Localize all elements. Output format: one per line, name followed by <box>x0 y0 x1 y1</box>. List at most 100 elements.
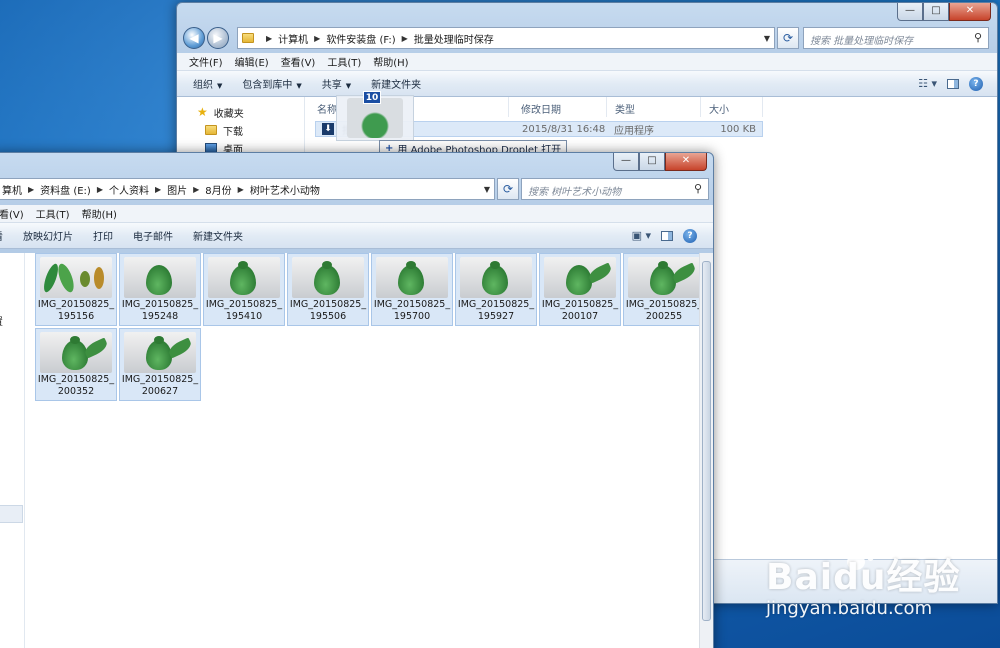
nav-fragment[interactable]: 置 <box>0 313 3 328</box>
navigation-pane: 置 0 <box>0 253 25 648</box>
baidu-watermark: Baidu经验 jingyan.baidu.com <box>766 548 960 619</box>
search-input[interactable]: 搜索 批量处理临时保存 ⚲ <box>803 27 989 49</box>
refresh-icon[interactable]: ⟳ <box>777 27 799 49</box>
command-bar: 组织 ▼ 包含到库中 ▼ 共享 ▼ 新建文件夹 ☷ ▾ ? <box>177 71 997 97</box>
menu-edit[interactable]: 编辑(E) <box>229 54 275 69</box>
breadcrumb-pictures[interactable]: 图片 <box>167 182 187 197</box>
star-icon: ★ <box>197 105 208 119</box>
view-button[interactable]: 看 <box>0 228 13 243</box>
photo-thumbnail <box>292 257 364 298</box>
chevron-down-icon: ▼ <box>217 82 223 90</box>
breadcrumb-drive[interactable]: 软件安装盘 (F:) <box>326 31 395 46</box>
chevron-right-icon: ▶ <box>193 184 200 194</box>
maximize-button[interactable]: □ <box>639 153 665 171</box>
new-folder-button[interactable]: 新建文件夹 <box>361 76 431 91</box>
address-bar[interactable]: ▶ 计算机 ▶ 软件安装盘 (F:) ▶ 批量处理临时保存 ▼ <box>237 27 775 49</box>
menu-help[interactable]: 帮助(H) <box>367 54 414 69</box>
preview-pane-icon[interactable] <box>661 230 673 241</box>
photo-tile[interactable]: IMG_20150825_ 195410 <box>203 253 285 326</box>
menu-tools[interactable]: 工具(T) <box>30 206 76 221</box>
chevron-right-icon: ▶ <box>237 184 244 194</box>
nav-downloads[interactable]: 下载 <box>177 121 304 139</box>
menu-view[interactable]: 查看(V) <box>275 54 322 69</box>
photo-filename: IMG_20150825_ 200255 <box>625 299 703 322</box>
organize-button[interactable]: 组织 ▼ <box>183 76 232 91</box>
search-placeholder: 搜索 树叶艺术小动物 <box>528 187 622 198</box>
photo-thumbnail <box>208 257 280 298</box>
photo-thumbnail <box>544 257 616 298</box>
nav-favorites-label: 收藏夹 <box>213 108 244 120</box>
vertical-scrollbar[interactable] <box>699 253 713 648</box>
minimize-button[interactable]: — <box>897 3 923 21</box>
photo-tile[interactable]: IMG_20150825_ 200627 <box>119 328 201 401</box>
chevron-right-icon: ▶ <box>96 184 103 194</box>
photo-tile[interactable]: IMG_20150825_ 195927 <box>455 253 537 326</box>
menu-bar: 文件(F) 编辑(E) 查看(V) 工具(T) 帮助(H) <box>177 53 997 71</box>
menu-view[interactable]: 看(V) <box>0 206 30 221</box>
search-icon[interactable]: ⚲ <box>694 182 702 195</box>
forward-arrow-icon[interactable]: ▶ <box>207 27 229 49</box>
menu-help[interactable]: 帮助(H) <box>76 206 123 221</box>
breadcrumb-computer[interactable]: 算机 <box>2 182 22 197</box>
breadcrumb-august[interactable]: 8月份 <box>205 182 231 197</box>
view-options-icon[interactable]: ☷ ▾ <box>918 77 937 90</box>
chevron-right-icon: ▶ <box>154 184 162 194</box>
breadcrumb-computer[interactable]: 计算机 <box>278 31 308 46</box>
scrollbar-thumb[interactable] <box>702 261 711 621</box>
share-button[interactable]: 共享 ▼ <box>312 76 361 91</box>
photo-tile[interactable]: IMG_20150825_ 200352 <box>35 328 117 401</box>
explorer-window-leaf-art: — □ ✕ 算机 ▶ 资料盘 (E:) ▶ 个人资料 ▶ 图片 ▶ 8月份 ▶ … <box>0 152 714 648</box>
photo-thumbnail <box>124 257 196 298</box>
photo-tile[interactable]: IMG_20150825_ 200255 <box>623 253 705 326</box>
chevron-down-icon[interactable]: ▼ <box>484 185 490 194</box>
column-date[interactable]: 修改日期 <box>513 97 607 117</box>
photo-tile[interactable]: IMG_20150825_ 195700 <box>371 253 453 326</box>
search-icon[interactable]: ⚲ <box>974 31 982 44</box>
column-size[interactable]: 大小 <box>701 97 763 117</box>
view-options-icon[interactable]: ▣ ▾ <box>632 229 651 242</box>
menu-file[interactable]: 文件(F) <box>183 54 229 69</box>
photo-tile[interactable]: IMG_20150825_ 195248 <box>119 253 201 326</box>
view-controls: ☷ ▾ ? <box>918 76 983 91</box>
minimize-button[interactable]: — <box>613 153 639 171</box>
help-icon[interactable]: ? <box>969 76 983 91</box>
photo-thumbnail <box>40 332 112 373</box>
close-button[interactable]: ✕ <box>665 153 707 171</box>
breadcrumb-drive[interactable]: 资料盘 (E:) <box>40 182 91 197</box>
breadcrumb-folder[interactable]: 批量处理临时保存 <box>414 31 494 46</box>
breadcrumb-personal[interactable]: 个人资料 <box>109 182 149 197</box>
maximize-button[interactable]: □ <box>923 3 949 21</box>
photo-filename: IMG_20150825_ 195506 <box>289 299 367 322</box>
column-type[interactable]: 类型 <box>607 97 701 117</box>
photo-tile[interactable]: IMG_20150825_ 195156 <box>35 253 117 326</box>
email-button[interactable]: 电子邮件 <box>123 228 183 243</box>
search-input[interactable]: 搜索 树叶艺术小动物 ⚲ <box>521 178 709 200</box>
slideshow-button[interactable]: 放映幻灯片 <box>13 228 83 243</box>
address-bar[interactable]: 算机 ▶ 资料盘 (E:) ▶ 个人资料 ▶ 图片 ▶ 8月份 ▶ 树叶艺术小动… <box>0 178 495 200</box>
chevron-right-icon: ▶ <box>28 184 35 194</box>
breadcrumb-leaf-animals[interactable]: 树叶艺术小动物 <box>250 182 320 197</box>
file-date: 2015/8/31 16:48 <box>522 123 606 135</box>
refresh-icon[interactable]: ⟳ <box>497 178 519 200</box>
nav-favorites[interactable]: ★ 收藏夹 <box>177 103 304 121</box>
include-in-library-button[interactable]: 包含到库中 ▼ <box>232 76 311 91</box>
view-controls: ▣ ▾ ? <box>632 228 697 243</box>
help-icon[interactable]: ? <box>683 228 697 243</box>
close-button[interactable]: ✕ <box>949 3 991 21</box>
new-folder-button[interactable]: 新建文件夹 <box>183 228 253 243</box>
drag-count-badge: 10 <box>363 91 381 104</box>
photo-tile[interactable]: IMG_20150825_ 200107 <box>539 253 621 326</box>
print-button[interactable]: 打印 <box>83 228 123 243</box>
chevron-down-icon[interactable]: ▼ <box>764 34 770 43</box>
nav-downloads-label: 下载 <box>223 126 243 138</box>
photo-tile[interactable]: IMG_20150825_ 195506 <box>287 253 369 326</box>
photo-filename: IMG_20150825_ 195248 <box>121 299 199 322</box>
search-placeholder: 搜索 批量处理临时保存 <box>810 36 914 47</box>
menu-tools[interactable]: 工具(T) <box>321 54 367 69</box>
preview-pane-icon[interactable] <box>947 78 959 89</box>
back-arrow-icon[interactable]: ◀ <box>183 27 205 49</box>
caption-buttons: — □ ✕ <box>613 153 707 171</box>
photo-thumbnail <box>376 257 448 298</box>
nav-selected-item[interactable] <box>0 505 23 523</box>
photo-filename: IMG_20150825_ 195700 <box>373 299 451 322</box>
